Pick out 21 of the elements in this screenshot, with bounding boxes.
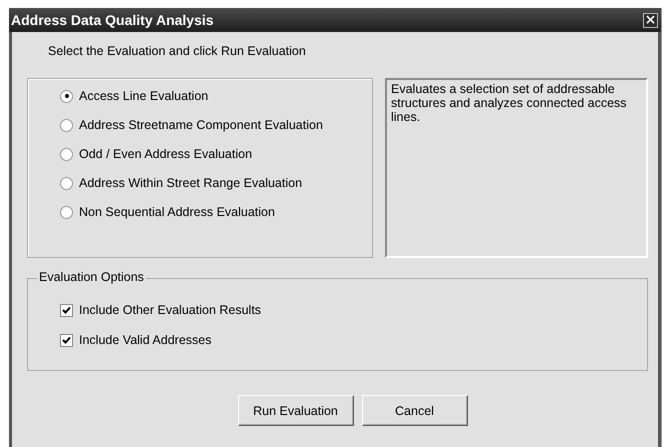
radio-label[interactable]: Odd / Even Address Evaluation: [79, 147, 252, 161]
window-title: Address Data Quality Analysis: [11, 12, 214, 28]
description-text: Evaluates a selection set of addressable structures and analyzes connected access lines.: [391, 82, 627, 124]
radio-button[interactable]: [60, 148, 73, 160]
radio-button[interactable]: [60, 206, 73, 218]
radio-button[interactable]: [60, 90, 73, 102]
radio-label[interactable]: Address Within Street Range Evaluation: [79, 176, 302, 190]
group-legend: Evaluation Options: [37, 270, 146, 284]
instruction-text: Select the Evaluation and click Run Evaluation: [48, 44, 307, 58]
radio-label[interactable]: Non Sequential Address Evaluation: [79, 205, 275, 219]
close-button[interactable]: ×: [643, 12, 658, 28]
checkbox[interactable]: [60, 334, 73, 346]
radio-label[interactable]: Address Streetname Component Evaluation: [79, 118, 323, 132]
radio-button[interactable]: [60, 118, 73, 132]
radio-label[interactable]: Access Line Evaluation: [79, 89, 208, 103]
checkbox-label[interactable]: Include Other Evaluation Results: [79, 303, 262, 317]
checkbox-label[interactable]: Include Valid Addresses: [79, 333, 212, 347]
run-button[interactable]: Run Evaluation: [238, 395, 354, 426]
radio-button[interactable]: [60, 176, 73, 190]
checkbox[interactable]: [60, 304, 73, 316]
cancel-button[interactable]: Cancel: [362, 395, 468, 426]
